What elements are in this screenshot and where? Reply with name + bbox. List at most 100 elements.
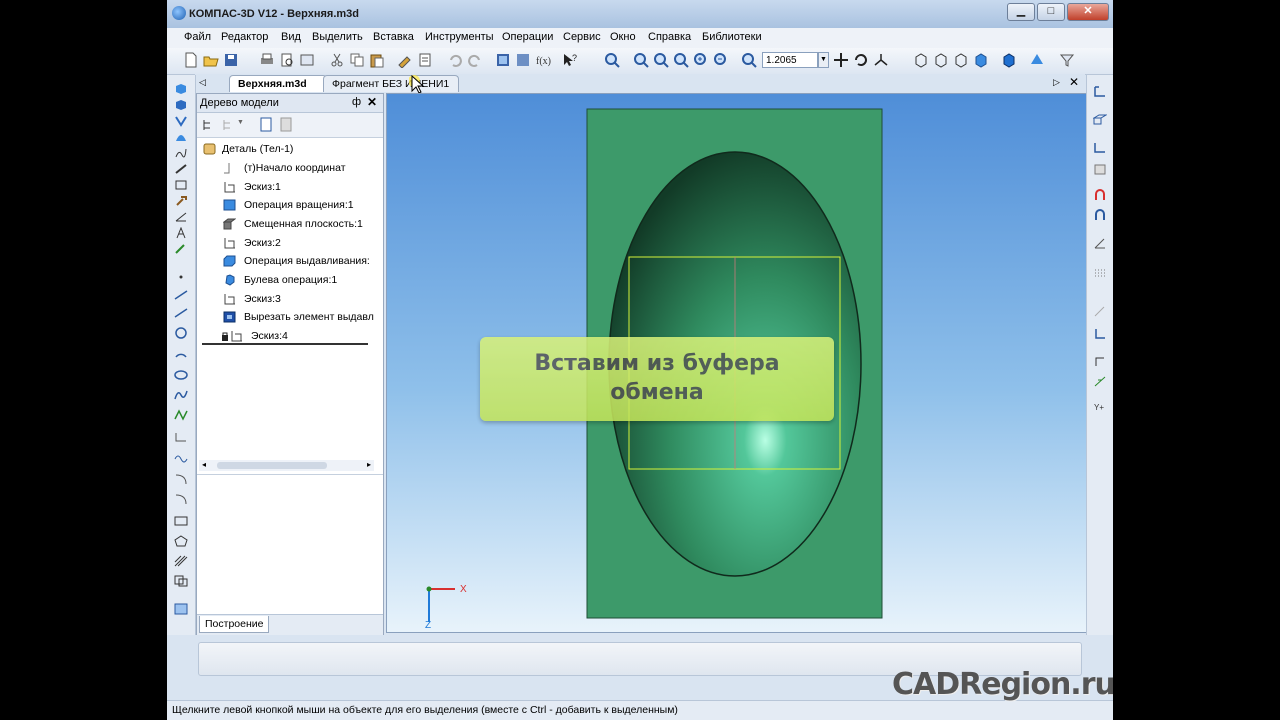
menu-help[interactable]: Справка bbox=[648, 31, 691, 43]
arc-tool-icon[interactable] bbox=[174, 347, 188, 359]
menu-edit[interactable]: Редактор bbox=[221, 31, 268, 43]
hammer-tool-icon[interactable] bbox=[174, 195, 188, 207]
tab-fragment[interactable]: Фрагмент БЕЗ ИМЕНИ1 bbox=[323, 75, 459, 92]
save-icon[interactable] bbox=[223, 52, 239, 68]
shaded-icon[interactable] bbox=[973, 52, 989, 68]
cut-icon[interactable] bbox=[329, 52, 345, 68]
copy-properties-icon[interactable] bbox=[397, 52, 413, 68]
tab-close-icon[interactable]: ✕ bbox=[1069, 75, 1079, 89]
copy-icon[interactable] bbox=[349, 52, 365, 68]
spatial-curves-icon[interactable] bbox=[174, 147, 188, 159]
open-file-icon[interactable] bbox=[203, 52, 219, 68]
scroll-thumb[interactable] bbox=[217, 462, 327, 469]
dimension-tool-icon[interactable] bbox=[174, 243, 188, 255]
chamfer-tool-icon[interactable] bbox=[174, 431, 188, 443]
zoom-window-icon[interactable] bbox=[604, 52, 620, 68]
shaded-edges-icon[interactable] bbox=[1001, 52, 1017, 68]
coordinates-icon[interactable]: Y+ bbox=[1093, 401, 1107, 414]
rectangle-tool-icon[interactable] bbox=[174, 515, 188, 527]
edit-tool-icon[interactable] bbox=[174, 99, 188, 111]
contour-tool-icon[interactable] bbox=[174, 575, 188, 587]
text-tool-icon[interactable] bbox=[174, 227, 188, 239]
new-file-icon[interactable] bbox=[183, 52, 199, 68]
ellipse-tool-icon[interactable] bbox=[174, 369, 188, 381]
tab-scroll-right-icon[interactable]: ▷ bbox=[1053, 77, 1060, 88]
spec-tool-icon[interactable] bbox=[174, 179, 188, 191]
sketch-mode-icon[interactable] bbox=[1093, 85, 1107, 98]
geometry-tool-icon[interactable] bbox=[174, 83, 188, 95]
tree-item-origin[interactable]: (т)Начало координат bbox=[244, 162, 346, 174]
hidden-lines-icon[interactable] bbox=[933, 52, 949, 68]
help-cursor-icon[interactable]: ? bbox=[562, 52, 578, 68]
polygon-tool-icon[interactable] bbox=[174, 535, 188, 547]
pan-icon[interactable] bbox=[833, 52, 849, 68]
minimize-button[interactable]: ▁ bbox=[1007, 3, 1035, 21]
magnet-blue-icon[interactable] bbox=[1093, 209, 1107, 222]
zoom-fit-icon[interactable] bbox=[741, 52, 757, 68]
menu-select[interactable]: Выделить bbox=[312, 31, 363, 43]
polyline-tool-icon[interactable] bbox=[174, 409, 188, 421]
clipboard-icon[interactable] bbox=[417, 52, 433, 68]
orientation-icon[interactable] bbox=[873, 52, 889, 68]
maximize-button[interactable]: □ bbox=[1037, 3, 1065, 21]
menu-view[interactable]: Вид bbox=[281, 31, 301, 43]
title-bar[interactable]: КОМПАС-3D V12 - Верхняя.m3d ▁ □ ✕ bbox=[167, 0, 1113, 29]
step-snap-icon[interactable] bbox=[1093, 355, 1107, 368]
dimension-snap-icon[interactable] bbox=[1093, 305, 1107, 318]
tree-view-dropdown-icon[interactable]: ▼ bbox=[237, 119, 244, 126]
tree-doc-icon[interactable] bbox=[259, 117, 273, 132]
line-tool-icon[interactable] bbox=[174, 289, 188, 301]
library-icon[interactable] bbox=[515, 52, 531, 68]
grid-icon[interactable] bbox=[1093, 267, 1107, 280]
tree-item-sketch-3[interactable]: Эскиз:3 bbox=[244, 293, 281, 305]
fillet-tool-icon[interactable] bbox=[174, 473, 188, 485]
surface-edit-icon[interactable] bbox=[1093, 163, 1107, 176]
tree-item-rotation[interactable]: Операция вращения:1 bbox=[244, 199, 354, 211]
pin-icon[interactable]: ф bbox=[352, 96, 361, 108]
tree-item-sketch-1[interactable]: Эскиз:1 bbox=[244, 181, 281, 193]
tree-item-boolean[interactable]: Булева операция:1 bbox=[244, 274, 337, 286]
segment-tool-icon[interactable] bbox=[174, 307, 188, 319]
close-tree-icon[interactable]: ✕ bbox=[367, 95, 377, 109]
hidden-thin-icon[interactable] bbox=[953, 52, 969, 68]
angle-snap-icon[interactable] bbox=[1093, 237, 1107, 250]
menu-operations[interactable]: Операции bbox=[502, 31, 553, 43]
tree-item-sketch-4[interactable]: Эскиз:4 bbox=[251, 330, 288, 342]
menu-insert[interactable]: Вставка bbox=[373, 31, 414, 43]
constraint-icon[interactable] bbox=[1093, 141, 1107, 154]
zoom-out-icon[interactable] bbox=[653, 52, 669, 68]
tree-doc2-icon[interactable] bbox=[279, 117, 293, 132]
menu-service[interactable]: Сервис bbox=[563, 31, 601, 43]
tree-item-extrusion[interactable]: Операция выдавливания: bbox=[244, 255, 370, 267]
zoom-scale-icon[interactable] bbox=[673, 52, 689, 68]
redo-icon[interactable] bbox=[467, 52, 483, 68]
zoom-input[interactable]: 1.2065 bbox=[762, 52, 818, 68]
menu-window[interactable]: Окно bbox=[610, 31, 636, 43]
properties-icon[interactable] bbox=[299, 52, 315, 68]
tangent-snap-icon[interactable] bbox=[1093, 375, 1107, 388]
angle-tool-icon[interactable] bbox=[174, 211, 188, 223]
paste-icon[interactable] bbox=[369, 52, 385, 68]
rotate-icon[interactable] bbox=[853, 52, 869, 68]
tab-construction[interactable]: Построение bbox=[199, 616, 270, 633]
surface-tool-icon[interactable] bbox=[174, 131, 188, 143]
arrays-tool-icon[interactable] bbox=[174, 115, 188, 127]
tree-hscroll[interactable]: ◂ ▸ bbox=[199, 460, 374, 471]
wireframe-icon[interactable] bbox=[913, 52, 929, 68]
close-button[interactable]: ✕ bbox=[1067, 3, 1109, 21]
hatch-tool-icon[interactable] bbox=[174, 555, 188, 567]
zoom-dropdown[interactable]: ▼ bbox=[818, 52, 829, 68]
magnet-icon[interactable] bbox=[1093, 189, 1107, 202]
insert-tool-icon[interactable] bbox=[174, 603, 188, 615]
rollback-bar[interactable] bbox=[202, 343, 368, 345]
plane-view-icon[interactable] bbox=[1093, 113, 1107, 126]
wave-tool-icon[interactable] bbox=[174, 451, 188, 463]
point-tool-icon[interactable] bbox=[174, 271, 188, 283]
scroll-right-icon[interactable]: ▸ bbox=[367, 460, 371, 469]
tree-item-cut-extrusion[interactable]: Вырезать элемент выдавл bbox=[244, 311, 374, 323]
zoom-in-icon[interactable] bbox=[633, 52, 649, 68]
menu-libraries[interactable]: Библиотеки bbox=[702, 31, 762, 43]
3d-viewport[interactable]: X Z Вставим из буфера обмена bbox=[386, 93, 1087, 633]
tree-structure-icon[interactable] bbox=[201, 118, 215, 132]
filter-icon[interactable] bbox=[1059, 52, 1075, 68]
